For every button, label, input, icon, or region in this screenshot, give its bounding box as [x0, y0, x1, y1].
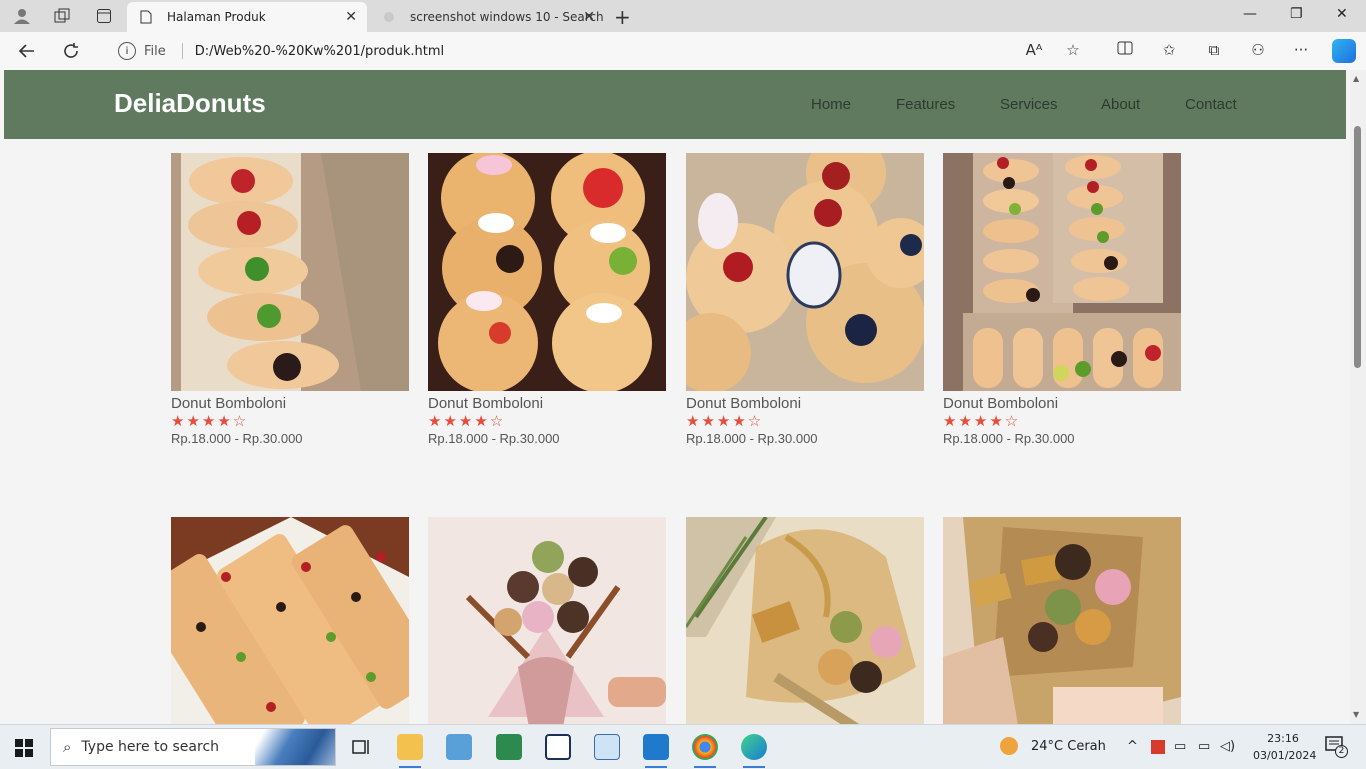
product-card[interactable]	[943, 517, 1181, 724]
info-icon[interactable]: i	[118, 42, 136, 60]
tab-halaman-produk[interactable]: Halaman Produk ✕	[127, 2, 367, 32]
teamviewer-icon[interactable]	[545, 734, 571, 760]
product-image[interactable]	[428, 153, 666, 391]
product-rating: ★★★★☆	[686, 412, 764, 430]
workspaces-icon[interactable]	[52, 6, 72, 26]
product-name: Donut Bomboloni	[943, 395, 1059, 412]
vertical-scrollbar[interactable]: ▲ ▼	[1350, 70, 1366, 724]
read-aloud-icon[interactable]: Aᴬ	[1023, 41, 1045, 59]
taskbar-search-input[interactable]: ⌕ Type here to search	[50, 728, 336, 766]
minimize-icon[interactable]: —	[1243, 6, 1257, 22]
window-app-icon[interactable]	[594, 734, 620, 760]
clock-time: 23:16	[1267, 732, 1299, 745]
tab-actions-icon[interactable]	[94, 6, 114, 26]
product-image[interactable]	[171, 517, 409, 724]
product-price: Rp.18.000 - Rp.30.000	[428, 431, 560, 446]
url-text[interactable]: D:/Web%20-%20Kw%201/produk.html	[195, 44, 444, 59]
favorites-icon[interactable]: ✩	[1158, 41, 1180, 59]
notification-count: 2	[1335, 745, 1348, 758]
product-card[interactable]: Donut Bomboloni ★★★★☆ Rp.18.000 - Rp.30.…	[943, 153, 1181, 446]
product-card[interactable]	[428, 517, 666, 724]
address-divider	[181, 43, 183, 59]
product-rating: ★★★★☆	[428, 412, 506, 430]
snipping-tool-icon[interactable]	[446, 734, 472, 760]
search-tab-icon	[382, 10, 396, 24]
page-viewport: DeliaDonuts Home Features Services About…	[0, 70, 1350, 724]
address-bar[interactable]: i File D:/Web%20-%20Kw%201/produk.html	[110, 37, 1110, 65]
collections-icon[interactable]: ⧉	[1203, 41, 1225, 59]
site-header: DeliaDonuts Home Features Services About…	[4, 70, 1346, 139]
scroll-up-icon[interactable]: ▲	[1353, 74, 1359, 83]
new-tab-icon[interactable]: +	[614, 5, 631, 29]
product-name: Donut Bomboloni	[428, 395, 544, 412]
more-menu-icon[interactable]: ···	[1290, 41, 1312, 59]
extensions-icon[interactable]: ⚇	[1247, 41, 1269, 59]
nav-features[interactable]: Features	[896, 96, 955, 113]
file-scheme-label: File	[144, 43, 166, 59]
battery-icon[interactable]: ▭	[1198, 739, 1210, 754]
tab-search[interactable]: screenshot windows 10 - Search ✕	[370, 2, 605, 32]
tab-title: Halaman Produk	[167, 10, 266, 24]
product-image[interactable]	[686, 517, 924, 724]
product-price: Rp.18.000 - Rp.30.000	[171, 431, 303, 446]
nav-contact[interactable]: Contact	[1185, 96, 1237, 113]
search-icon: ⌕	[63, 738, 72, 756]
restore-icon[interactable]: ❐	[1290, 6, 1303, 22]
page-icon	[139, 10, 153, 24]
product-rating: ★★★★☆	[943, 412, 1021, 430]
volume-icon[interactable]: ◁)	[1220, 739, 1235, 754]
split-screen-icon[interactable]	[1114, 41, 1136, 59]
product-image[interactable]	[686, 153, 924, 391]
taskbar-clock[interactable]: 23:16 03/01/2024	[1253, 730, 1317, 764]
brand-logo[interactable]: DeliaDonuts	[114, 88, 266, 119]
product-card[interactable]: Donut Bomboloni ★★★★☆ Rp.18.000 - Rp.30.…	[428, 153, 666, 446]
notification-icon[interactable]: 2	[1325, 735, 1348, 759]
product-price: Rp.18.000 - Rp.30.000	[686, 431, 818, 446]
product-name: Donut Bomboloni	[686, 395, 802, 412]
close-window-icon[interactable]: ✕	[1336, 6, 1348, 22]
product-image[interactable]	[943, 153, 1181, 391]
product-card[interactable]	[686, 517, 924, 724]
product-card[interactable]: Donut Bomboloni ★★★★☆ Rp.18.000 - Rp.30.…	[171, 153, 409, 446]
product-image[interactable]	[943, 517, 1181, 724]
windows-taskbar: ⌕ Type here to search 24°C Cerah ^ ▭ ▭ ◁…	[0, 724, 1366, 769]
refresh-icon[interactable]	[60, 40, 82, 62]
weather-icon[interactable]	[1000, 737, 1018, 755]
clock-date: 03/01/2024	[1253, 749, 1317, 762]
scroll-down-icon[interactable]: ▼	[1353, 710, 1359, 719]
search-placeholder: Type here to search	[81, 739, 220, 755]
weather-text[interactable]: 24°C Cerah	[1031, 739, 1106, 754]
chrome-icon[interactable]	[692, 734, 718, 768]
vscode-icon[interactable]	[643, 734, 669, 768]
nav-about[interactable]: About	[1101, 96, 1140, 113]
search-highlight-image	[255, 729, 335, 765]
favorite-star-icon[interactable]: ☆	[1062, 41, 1084, 59]
tray-overflow-icon[interactable]: ^	[1127, 739, 1138, 754]
product-price: Rp.18.000 - Rp.30.000	[943, 431, 1075, 446]
product-card[interactable]	[171, 517, 409, 724]
profile-icon[interactable]	[12, 6, 32, 26]
tab-title: screenshot windows 10 - Search	[410, 10, 604, 24]
browser-tab-bar: Halaman Produk ✕ screenshot windows 10 -…	[0, 0, 1366, 32]
back-arrow-icon[interactable]	[16, 40, 38, 62]
product-image[interactable]	[171, 153, 409, 391]
task-view-icon[interactable]	[348, 734, 374, 760]
edge-icon[interactable]	[741, 734, 767, 768]
product-rating: ★★★★☆	[171, 412, 249, 430]
nav-home[interactable]: Home	[811, 96, 851, 113]
product-image[interactable]	[428, 517, 666, 724]
close-tab-icon[interactable]: ✕	[583, 9, 595, 25]
close-tab-icon[interactable]: ✕	[345, 9, 357, 25]
scroll-thumb[interactable]	[1354, 126, 1361, 368]
excel-icon[interactable]	[496, 734, 522, 760]
antivirus-tray-icon[interactable]	[1151, 740, 1165, 754]
copilot-icon[interactable]	[1332, 39, 1356, 63]
address-toolbar: i File D:/Web%20-%20Kw%201/produk.html A…	[0, 32, 1366, 71]
windows-start-icon[interactable]	[15, 739, 33, 757]
product-name: Donut Bomboloni	[171, 395, 287, 412]
product-card[interactable]: Donut Bomboloni ★★★★☆ Rp.18.000 - Rp.30.…	[686, 153, 924, 446]
file-explorer-icon[interactable]	[397, 734, 423, 768]
nav-services[interactable]: Services	[1000, 96, 1058, 113]
meet-now-icon[interactable]: ▭	[1174, 739, 1186, 754]
